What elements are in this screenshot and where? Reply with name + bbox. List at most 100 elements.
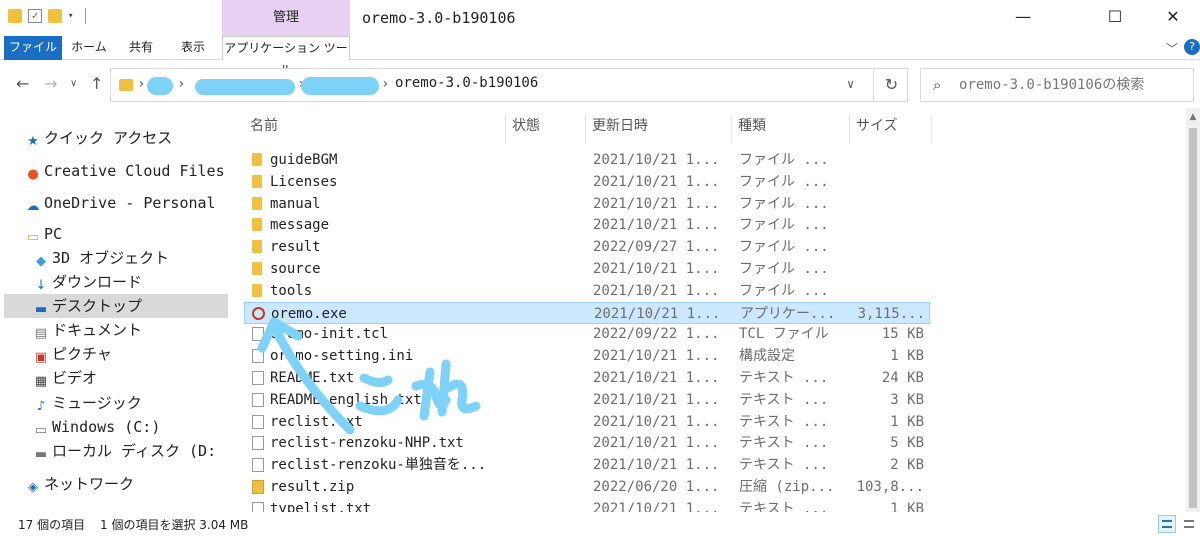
tab-share[interactable]: 共有 bbox=[118, 36, 164, 60]
scrollbar-thumb[interactable] bbox=[1189, 128, 1197, 508]
table-row[interactable]: reclist-renzoku-NHP.txt 2021/10/21 1... テキ… bbox=[244, 432, 930, 454]
nav-music[interactable]: ♪ ミュージック bbox=[34, 391, 232, 415]
new-folder-icon[interactable] bbox=[48, 9, 62, 23]
table-row[interactable]: reclist-renzoku-単独音を... 2021/10/21 1... テキ… bbox=[244, 454, 930, 476]
breadcrumb-current-folder[interactable]: oremo-3.0-b190106 bbox=[395, 75, 538, 91]
file-name: result.zip bbox=[270, 479, 355, 495]
close-button[interactable]: ✕ bbox=[1150, 0, 1196, 36]
file-type: 圧縮 (zip... bbox=[739, 479, 835, 495]
vertical-scrollbar[interactable]: ▲ bbox=[1186, 108, 1200, 512]
breadcrumb-separator-icon[interactable]: › bbox=[381, 76, 389, 92]
table-row[interactable]: oremo-init.tcl 2022/09/22 1... TCL ファイル 15 … bbox=[244, 323, 930, 345]
up-arrow-icon[interactable]: ↑ bbox=[90, 74, 103, 93]
maximize-button[interactable]: ☐ bbox=[1092, 0, 1138, 36]
nav-pictures[interactable]: ▣ ピクチャ bbox=[34, 342, 232, 366]
nav-3d-objects[interactable]: ◆ 3D オブジェクト bbox=[34, 246, 232, 270]
file-type: テキスト ... bbox=[739, 413, 829, 430]
large-icons-view-button[interactable] bbox=[1180, 515, 1198, 533]
tab-view[interactable]: 表示 bbox=[170, 36, 216, 60]
column-header-type[interactable]: 種類 bbox=[732, 114, 850, 144]
table-row[interactable]: reclist.txt 2021/10/21 1... テキスト ... 1 KB bbox=[244, 411, 930, 433]
column-header-size[interactable]: サイズ bbox=[850, 114, 932, 144]
table-row[interactable]: oremo.exe 2021/10/21 1... アプリケー... 3,115... bbox=[244, 301, 930, 324]
file-size bbox=[854, 193, 924, 215]
table-row[interactable]: oremo-setting.ini 2021/10/21 1... 構成設定 1 KB bbox=[244, 345, 930, 367]
table-row[interactable]: source 2021/10/21 1... ファイル ... bbox=[244, 258, 930, 280]
table-row[interactable]: README-english.txt 2021/10/21 1... テキスト ..… bbox=[244, 389, 930, 411]
file-name: result bbox=[270, 239, 321, 256]
nav-drive-d[interactable]: ▬ ローカル ディスク (D: bbox=[34, 439, 232, 463]
nav-creative-cloud-files[interactable]: ● Creative Cloud Files bbox=[26, 159, 232, 183]
download-icon: ↓ bbox=[35, 278, 47, 293]
selection-info: 1 個の項目を選択 3.04 MB bbox=[100, 518, 249, 532]
tab-application-tools[interactable]: アプリケーション ツール bbox=[222, 36, 350, 77]
3d-objects-icon: ◆ bbox=[36, 254, 46, 269]
details-view-button[interactable] bbox=[1158, 515, 1176, 533]
file-date-modified: 2021/10/21 1... bbox=[593, 370, 720, 386]
ribbon-tabs: ファイル ホーム 共有 表示 アプリケーション ツール bbox=[0, 36, 1200, 77]
customize-toolbar-dropdown-icon[interactable]: ▾ bbox=[68, 11, 73, 21]
breadcrumb-separator-icon[interactable]: › bbox=[177, 76, 185, 92]
nav-documents[interactable]: ▤ ドキュメント bbox=[34, 318, 232, 342]
properties-check-icon[interactable]: ✓ bbox=[28, 9, 42, 23]
nav-onedrive[interactable]: ☁ OneDrive - Personal bbox=[26, 191, 232, 215]
recent-locations-chevron-icon[interactable]: ∨ bbox=[70, 78, 77, 89]
minimize-button[interactable]: — bbox=[1000, 0, 1046, 36]
address-history-dropdown-icon[interactable]: ∨ bbox=[847, 77, 854, 91]
file-size bbox=[854, 171, 924, 193]
drive-d-icon: ▬ bbox=[34, 447, 48, 462]
refresh-icon[interactable]: ↻ bbox=[873, 69, 909, 101]
manage-context-tab[interactable]: 管理 bbox=[222, 0, 350, 36]
expand-ribbon-chevron-icon[interactable]: ﹀ bbox=[1166, 40, 1178, 57]
sort-ascending-icon: ^ bbox=[368, 108, 376, 113]
tab-home[interactable]: ホーム bbox=[66, 36, 112, 60]
nav-downloads[interactable]: ↓ ダウンロード bbox=[34, 270, 232, 294]
tab-file[interactable]: ファイル bbox=[4, 36, 62, 60]
folder-icon bbox=[252, 218, 262, 232]
file-date-modified: 2021/10/21 1... bbox=[593, 261, 720, 277]
file-type: ファイル ... bbox=[739, 217, 829, 234]
folder-icon[interactable] bbox=[8, 9, 22, 23]
file-name: reclist-renzoku-単独音を... bbox=[270, 457, 487, 474]
table-row[interactable]: manual 2021/10/21 1... ファイル ... bbox=[244, 193, 930, 215]
help-icon[interactable]: ? bbox=[1184, 39, 1200, 55]
text-file-icon bbox=[252, 414, 264, 429]
column-header-name[interactable]: 名前 bbox=[244, 114, 506, 144]
file-type: 構成設定 bbox=[739, 348, 795, 365]
table-row[interactable]: tools 2021/10/21 1... ファイル ... bbox=[244, 280, 930, 302]
address-folder-icon bbox=[119, 79, 133, 91]
table-row[interactable]: result.zip 2022/06/20 1... 圧縮 (zip... 103,8… bbox=[244, 476, 930, 498]
column-header-date-modified[interactable]: 更新日時 bbox=[586, 114, 732, 144]
file-size: 103,8... bbox=[856, 479, 924, 495]
table-row[interactable]: README.txt 2021/10/21 1... テキスト ... 24 KB bbox=[244, 367, 930, 389]
back-arrow-icon[interactable]: ← bbox=[16, 74, 29, 93]
file-date-modified: 2021/10/21 1... bbox=[594, 305, 721, 322]
file-size bbox=[854, 236, 924, 258]
onedrive-icon: ☁ bbox=[26, 199, 40, 214]
address-bar[interactable]: › › › › oremo-3.0-b190106 ∨ ↻ bbox=[110, 68, 908, 102]
file-size: 1 KB bbox=[890, 500, 924, 512]
column-header-status[interactable]: 状態 bbox=[506, 114, 586, 144]
nav-desktop[interactable]: ▬ デスクトップ bbox=[4, 294, 228, 318]
search-input[interactable] bbox=[959, 73, 1189, 97]
forward-arrow-icon[interactable]: → bbox=[44, 74, 57, 93]
file-name: reclist.txt bbox=[270, 413, 363, 430]
scroll-up-arrow-icon[interactable]: ▲ bbox=[1186, 112, 1200, 122]
table-row[interactable]: message 2021/10/21 1... ファイル ... bbox=[244, 214, 930, 236]
table-row[interactable]: typelist.txt 2021/10/21 1... テキスト ... 1 KB bbox=[244, 498, 930, 512]
text-file-icon bbox=[252, 392, 264, 407]
nav-pc[interactable]: ▭ PC bbox=[26, 222, 232, 246]
nav-network[interactable]: ◈ ネットワーク bbox=[26, 472, 232, 496]
breadcrumb-separator-icon[interactable]: › bbox=[137, 76, 145, 92]
folder-icon bbox=[252, 196, 262, 210]
nav-quick-access[interactable]: ★ クイック アクセス bbox=[26, 126, 232, 150]
table-row[interactable]: Licenses 2021/10/21 1... ファイル ... bbox=[244, 171, 930, 193]
file-type: テキスト ... bbox=[739, 435, 829, 452]
text-file-icon bbox=[252, 501, 264, 512]
table-row[interactable]: result 2022/09/27 1... ファイル ... bbox=[244, 236, 930, 258]
nav-videos[interactable]: ▦ ビデオ bbox=[34, 366, 232, 390]
file-size: 3 KB bbox=[890, 391, 924, 408]
search-box[interactable]: ⌕ bbox=[920, 68, 1194, 102]
table-row[interactable]: guideBGM 2021/10/21 1... ファイル ... bbox=[244, 149, 930, 171]
nav-drive-c[interactable]: ▭ Windows (C:) bbox=[34, 415, 232, 439]
